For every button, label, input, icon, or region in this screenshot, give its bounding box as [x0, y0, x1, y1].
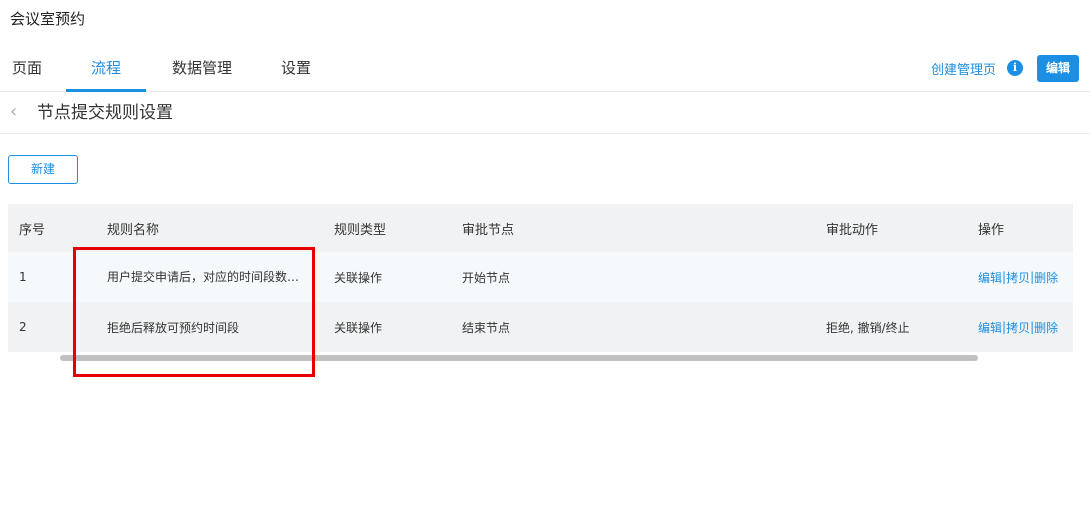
column-header-rule-type: 规则类型 — [334, 222, 387, 238]
table-header: 序号 规则名称 规则类型 审批节点 审批动作 操作 — [8, 204, 1073, 252]
row-operations: 编辑 | 拷贝 | 删除 — [978, 252, 1058, 302]
info-icon[interactable]: i — [1007, 60, 1023, 76]
column-header-operations: 操作 — [978, 222, 1005, 238]
tab-data-management[interactable]: 数据管理 — [162, 46, 242, 92]
delete-link[interactable]: 删除 — [1034, 269, 1058, 286]
column-header-approval-node: 审批节点 — [462, 222, 515, 238]
edit-button[interactable]: 编辑 — [1037, 55, 1079, 82]
app-title: 会议室预约 — [10, 10, 86, 28]
horizontal-scrollbar[interactable] — [60, 355, 978, 361]
row-index: 2 — [19, 320, 27, 334]
copy-link[interactable]: 拷贝 — [1006, 319, 1030, 336]
new-rule-button[interactable]: 新建 — [8, 155, 78, 184]
column-header-rule-name: 规则名称 — [107, 222, 160, 238]
row-name-wrapper: 用户提交申请后，对应的时间段数据占用 — [107, 252, 311, 302]
tab-settings[interactable]: 设置 — [272, 46, 320, 92]
main-tabs: 页面 流程 数据管理 设置 — [0, 46, 1090, 92]
row-approval-node: 开始节点 — [462, 270, 511, 285]
column-header-approval-action: 审批动作 — [826, 222, 879, 238]
edit-link[interactable]: 编辑 — [978, 319, 1002, 336]
chevron-left-icon[interactable]: ‹ — [10, 101, 17, 122]
table-row: 2 拒绝后释放可预约时间段 关联操作 结束节点 拒绝, 撤销/终止 编辑 | 拷贝 |… — [8, 302, 1073, 352]
delete-link[interactable]: 删除 — [1034, 319, 1058, 336]
column-header-index: 序号 — [19, 222, 46, 238]
row-rule-type: 关联操作 — [334, 270, 383, 285]
table-row: 1 用户提交申请后，对应的时间段数据占用 关联操作 开始节点 编辑 | 拷贝 | 删除 — [8, 252, 1073, 302]
tab-pages[interactable]: 页面 — [0, 46, 54, 92]
rules-table: 序号 规则名称 规则类型 审批节点 审批动作 操作 1 用户提交申请后，对应的时… — [8, 204, 1073, 352]
create-management-page-link[interactable]: 创建管理页 — [931, 59, 996, 78]
edit-link[interactable]: 编辑 — [978, 269, 1002, 286]
sub-header: ‹ 节点提交规则设置 — [0, 93, 1090, 134]
row-approval-node: 结束节点 — [462, 320, 511, 335]
row-rule-name: 拒绝后释放可预约时间段 — [107, 320, 240, 335]
tab-workflow[interactable]: 流程 — [66, 46, 146, 92]
page-title: 节点提交规则设置 — [37, 103, 173, 123]
copy-link[interactable]: 拷贝 — [1006, 269, 1030, 286]
row-approval-action: 拒绝, 撤销/终止 — [826, 320, 910, 335]
row-operations: 编辑 | 拷贝 | 删除 — [978, 302, 1058, 352]
row-index: 1 — [19, 270, 27, 284]
row-rule-name: 用户提交申请后，对应的时间段数据占用 — [107, 270, 311, 284]
row-rule-type: 关联操作 — [334, 320, 383, 335]
